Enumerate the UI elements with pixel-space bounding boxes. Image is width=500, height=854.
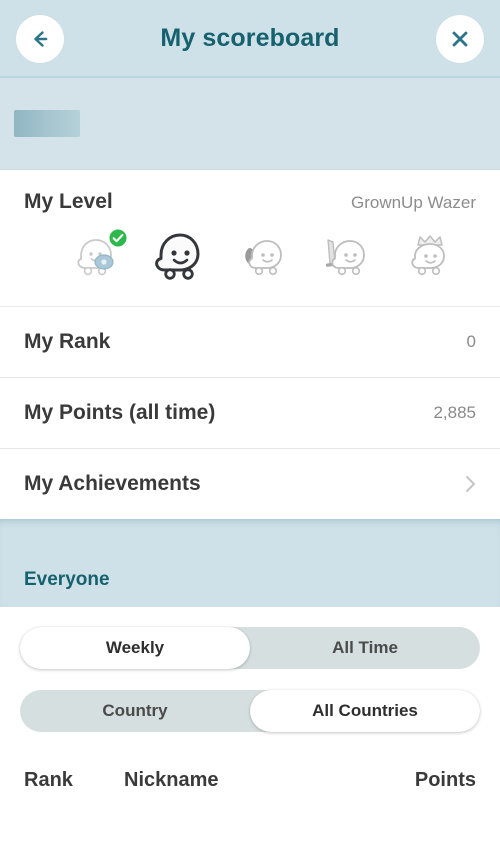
my-level-section: My Level GrownUp Wazer bbox=[0, 170, 500, 306]
loading-placeholder-band bbox=[0, 78, 500, 170]
scope-toggle[interactable]: Country All Countries bbox=[20, 690, 480, 732]
sword-wazer-icon bbox=[325, 239, 365, 276]
column-header-points: Points bbox=[414, 769, 476, 791]
toggle-weekly[interactable]: Weekly bbox=[20, 627, 250, 669]
scoreboard-screen: My scoreboard My Level GrownUp Wazer My … bbox=[0, 0, 500, 854]
baby-wazer-badge[interactable] bbox=[66, 228, 128, 286]
column-header-rank: Rank bbox=[24, 769, 73, 791]
close-icon bbox=[452, 31, 468, 47]
my-rank-label: My Rank bbox=[24, 330, 111, 353]
leaderboard-table-header: Rank Nickname Points bbox=[0, 753, 500, 792]
royalty-wazer-badge[interactable] bbox=[396, 228, 458, 286]
my-level-header: My Level GrownUp Wazer bbox=[24, 190, 476, 214]
grownup-wazer-icon bbox=[154, 233, 199, 280]
loading-skeleton-box bbox=[14, 110, 80, 137]
my-points-value: 2,885 bbox=[433, 403, 476, 422]
page-title: My scoreboard bbox=[160, 23, 340, 52]
everyone-title: Everyone bbox=[24, 569, 110, 590]
toggle-country[interactable]: Country bbox=[20, 690, 250, 732]
my-points-row[interactable]: My Points (all time) 2,885 bbox=[0, 377, 500, 448]
toggle-all-time[interactable]: All Time bbox=[250, 627, 480, 669]
warrior-wazer-badge[interactable] bbox=[231, 228, 293, 286]
leaderboard-filters: Weekly All Time Country All Countries bbox=[0, 607, 500, 732]
my-rank-row[interactable]: My Rank 0 bbox=[0, 306, 500, 377]
my-level-label: My Level bbox=[24, 190, 113, 213]
arrow-left-icon bbox=[34, 31, 48, 47]
back-button[interactable] bbox=[16, 15, 64, 63]
my-level-value: GrownUp Wazer bbox=[350, 193, 476, 212]
time-range-toggle[interactable]: Weekly All Time bbox=[20, 627, 480, 669]
my-points-label: My Points (all time) bbox=[24, 401, 216, 424]
level-badge-list bbox=[24, 214, 476, 292]
toggle-all-countries[interactable]: All Countries bbox=[250, 690, 480, 732]
crown-wazer-icon bbox=[411, 235, 445, 276]
badge-check-icon bbox=[108, 228, 128, 248]
chevron-right-icon bbox=[466, 476, 475, 492]
my-achievements-row[interactable]: My Achievements bbox=[0, 448, 500, 519]
everyone-section-header: Everyone bbox=[0, 519, 500, 607]
column-header-nickname: Nickname bbox=[124, 769, 219, 791]
grownup-wazer-badge[interactable] bbox=[149, 228, 211, 286]
app-header: My scoreboard bbox=[0, 0, 500, 78]
knight-wazer-badge[interactable] bbox=[314, 228, 376, 286]
shield-wazer-icon bbox=[245, 240, 282, 276]
my-achievements-label: My Achievements bbox=[24, 472, 201, 495]
my-rank-value: 0 bbox=[466, 332, 476, 351]
close-button[interactable] bbox=[436, 15, 484, 63]
